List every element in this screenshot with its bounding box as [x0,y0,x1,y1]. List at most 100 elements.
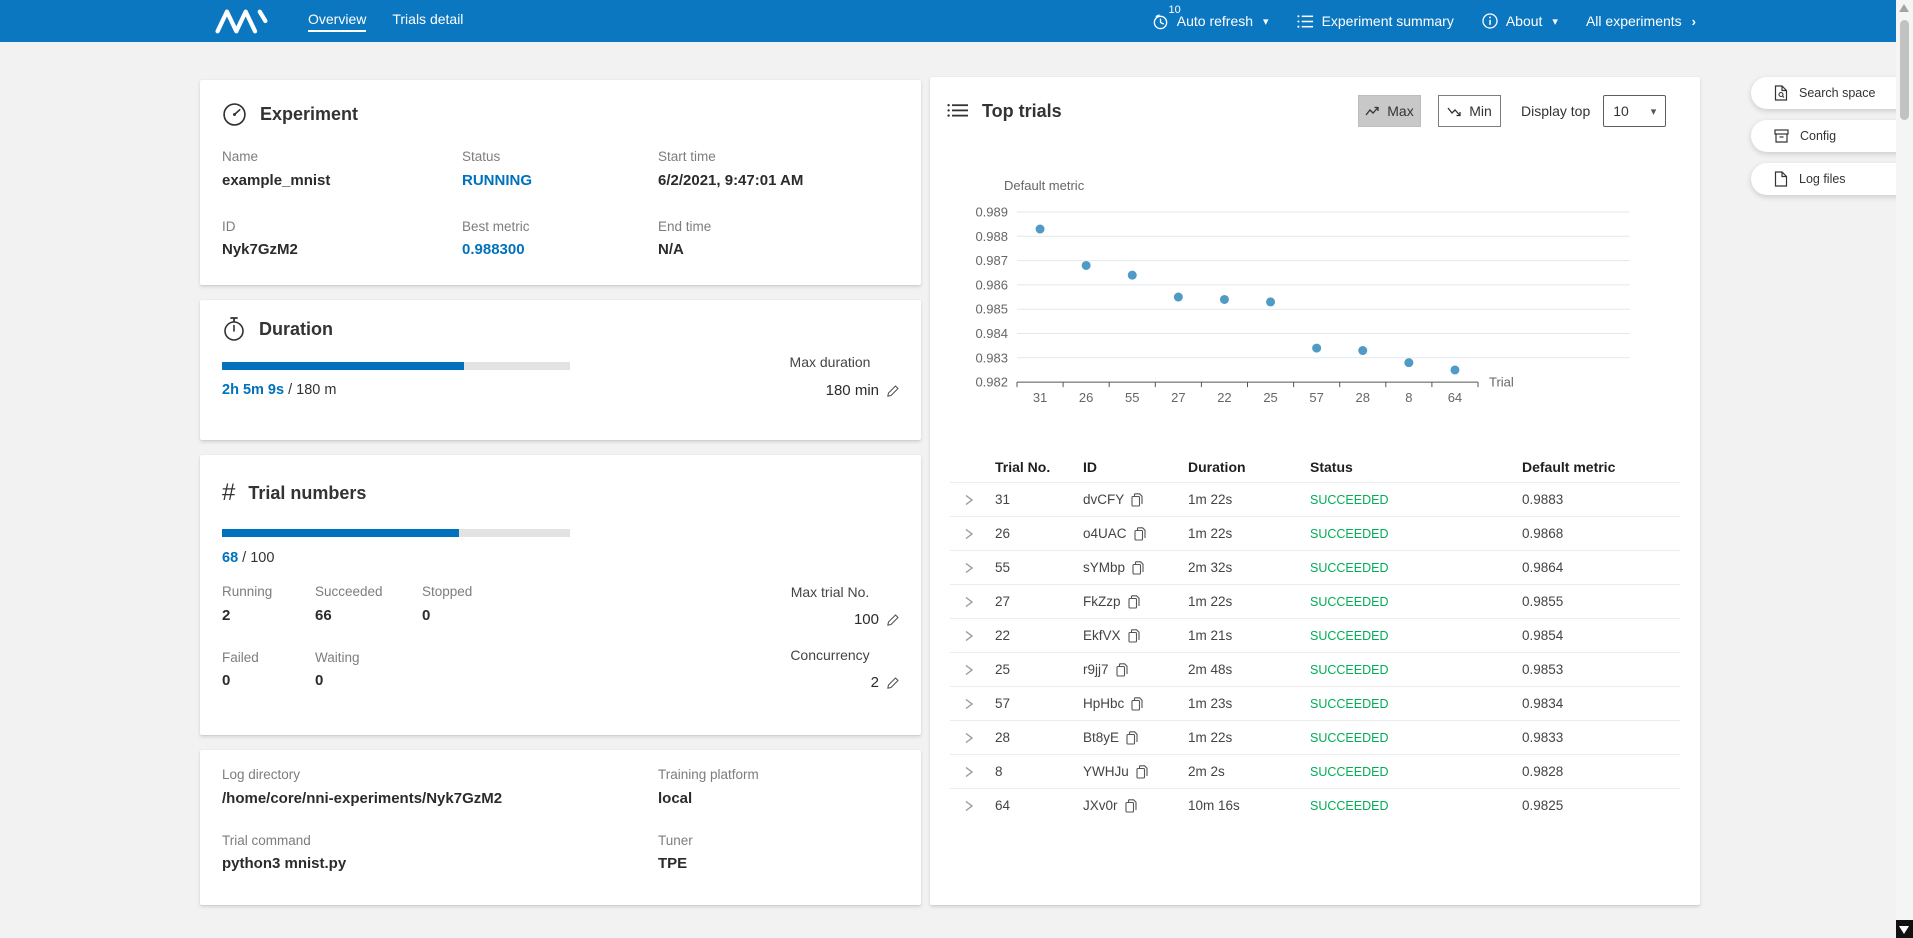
status-cell: SUCCEEDED [1304,663,1514,677]
trial-no-cell: 27 [988,594,1076,609]
duration-elapsed: 2h 5m 9s [222,382,284,398]
table-row[interactable]: 8YWHJu2m 2sSUCCEEDED0.9828 [950,754,1680,788]
scatter-point[interactable] [1128,271,1137,280]
expand-row-chevron-icon[interactable] [950,494,988,506]
expand-row-chevron-icon[interactable] [950,664,988,676]
edit-pencil-icon[interactable] [886,613,900,627]
tab-overview[interactable]: Overview [308,11,366,32]
expand-row-chevron-icon[interactable] [950,528,988,540]
experiment-summary-button[interactable]: Experiment summary [1297,13,1454,29]
trial-id-text: EkfVX [1083,628,1121,643]
scatter-point[interactable] [1174,293,1183,302]
scatter-point[interactable] [1082,261,1091,270]
trial-no-cell: 25 [988,662,1076,677]
scatter-point[interactable] [1450,365,1459,374]
duration-cell: 10m 16s [1186,798,1304,813]
duration-cell: 1m 23s [1186,696,1304,711]
table-row[interactable]: 57HpHbc1m 23sSUCCEEDED0.9834 [950,686,1680,720]
copy-id-icon[interactable] [1128,629,1140,643]
scatter-point[interactable] [1220,295,1229,304]
edit-pencil-icon[interactable] [886,384,900,398]
metric-cell: 0.9854 [1514,628,1680,643]
header-default-metric: Default metric [1514,459,1680,475]
scatter-point[interactable] [1266,297,1275,306]
table-row[interactable]: 26o4UAC1m 22sSUCCEEDED0.9868 [950,516,1680,550]
tab-trials-detail[interactable]: Trials detail [392,11,463,32]
metric-cell: 0.9853 [1514,662,1680,677]
search-space-label: Search space [1799,86,1875,100]
nni-logo[interactable] [212,6,270,36]
status-badge: RUNNING [462,173,658,188]
scatter-point[interactable] [1358,346,1367,355]
x-tick-label: 28 [1356,390,1370,405]
expand-row-chevron-icon[interactable] [950,732,988,744]
x-tick-label: 22 [1217,390,1231,405]
field-value: TPE [658,856,882,871]
search-space-button[interactable]: Search space [1751,77,1913,109]
scatter-chart-svg: Default metric0.9890.9880.9870.9860.9850… [930,172,1700,422]
table-row[interactable]: 22EkfVX1m 21sSUCCEEDED0.9854 [950,618,1680,652]
summary-list-icon [1297,14,1314,29]
duration-separator: / [284,382,296,398]
nav-tabs: Overview Trials detail [308,11,463,32]
field-label: ID [222,220,462,234]
copy-id-icon[interactable] [1116,663,1128,677]
expand-row-chevron-icon[interactable] [950,596,988,608]
duration-progress-text: 2h 5m 9s / 180 m [222,382,336,398]
max-button[interactable]: Max [1358,95,1421,127]
copy-id-icon[interactable] [1126,731,1138,745]
edit-pencil-icon[interactable] [886,676,900,690]
x-tick-label: 27 [1171,390,1185,405]
stat-label: Running [222,585,315,599]
experiment-panel-title: Experiment [222,102,358,127]
copy-id-icon[interactable] [1134,527,1146,541]
y-tick-label: 0.984 [975,326,1008,341]
metric-cell: 0.9828 [1514,764,1680,779]
stat-label: Stopped [422,585,602,599]
field-label: Training platform [658,768,882,782]
expand-row-chevron-icon[interactable] [950,800,988,812]
vertical-scrollbar[interactable] [1896,0,1913,938]
table-row[interactable]: 25r9jj72m 48sSUCCEEDED0.9853 [950,652,1680,686]
copy-id-icon[interactable] [1136,765,1148,779]
copy-id-icon[interactable] [1131,493,1143,507]
table-row[interactable]: 31dvCFY1m 22sSUCCEEDED0.9883 [950,482,1680,516]
trial-id-cell: YWHJu [1076,764,1186,779]
table-row[interactable]: 27FkZzp1m 22sSUCCEEDED0.9855 [950,584,1680,618]
trial-id-text: sYMbp [1083,560,1125,575]
table-row[interactable]: 55sYMbp2m 32sSUCCEEDED0.9864 [950,550,1680,584]
stat-value: 2 [222,608,315,623]
search-space-doc-icon [1774,85,1788,101]
trial-id-cell: sYMbp [1076,560,1186,575]
scatter-point[interactable] [1036,225,1045,234]
trial-id-text: HpHbc [1083,696,1124,711]
scrollbar-thumb[interactable] [1900,20,1909,120]
field-log-directory: Log directory /home/core/nni-experiments… [222,768,658,806]
copy-id-icon[interactable] [1132,561,1144,575]
expand-row-chevron-icon[interactable] [950,630,988,642]
y-tick-label: 0.988 [975,229,1008,244]
scatter-point[interactable] [1404,358,1413,367]
expand-row-chevron-icon[interactable] [950,766,988,778]
display-top-dropdown[interactable]: 10 ▾ [1603,95,1666,127]
log-files-button[interactable]: Log files [1751,163,1913,195]
copy-id-icon[interactable] [1131,697,1143,711]
all-experiments-link[interactable]: All experiments › [1586,13,1696,29]
expand-row-chevron-icon[interactable] [950,698,988,710]
scatter-point[interactable] [1312,344,1321,353]
copy-id-icon[interactable] [1125,799,1137,813]
config-button[interactable]: Config [1751,120,1913,152]
table-row[interactable]: 64JXv0r10m 16sSUCCEEDED0.9825 [950,788,1680,822]
scrollbar-up-arrow-icon[interactable] [1899,4,1909,12]
field-label: Status [462,150,658,164]
copy-id-icon[interactable] [1128,595,1140,609]
min-button[interactable]: Min [1438,95,1501,127]
scrollbar-down-arrow-icon[interactable] [1896,920,1913,938]
status-cell: SUCCEEDED [1304,561,1514,575]
about-menu[interactable]: About ▾ [1482,13,1558,29]
auto-refresh-menu[interactable]: 10 Auto refresh ▾ [1152,13,1269,30]
max-duration-field: Max duration 180 min [760,355,900,398]
concurrency-field: Concurrency 2 [760,648,900,690]
expand-row-chevron-icon[interactable] [950,562,988,574]
table-row[interactable]: 28Bt8yE1m 22sSUCCEEDED0.9833 [950,720,1680,754]
